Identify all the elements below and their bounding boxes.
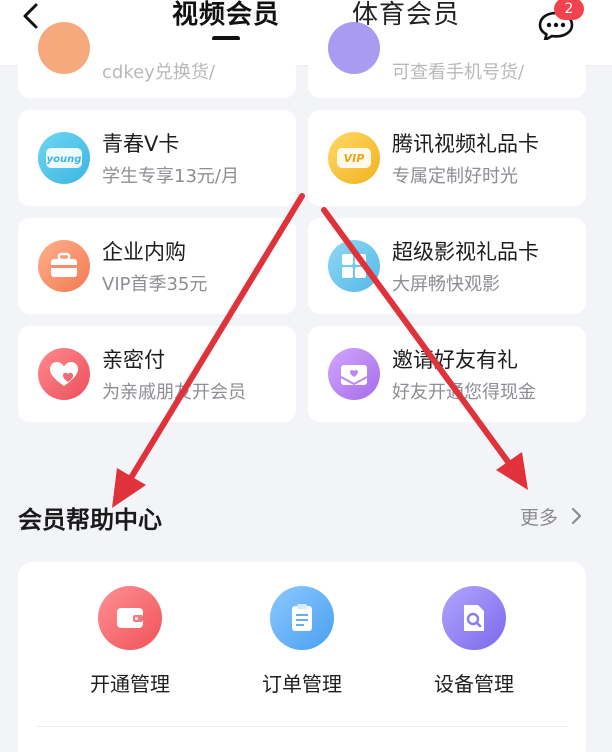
card-subtitle: VIP首季35元 [102,274,208,295]
card-enterprise-purchase[interactable]: 企业内购 VIP首季35元 [18,218,296,314]
svg-text:young: young [47,154,82,165]
card-subtitle: 学生专享13元/月 [102,166,239,187]
card-subtitle: 专属定制好时光 [392,166,518,187]
card-super-film-gift-card[interactable]: 超级影视礼品卡 大屏畅快观影 [308,218,586,314]
partial-card-right[interactable]: 可查看手机号货/ [308,22,586,98]
help-item-activation-management[interactable]: 开通管理 [70,586,190,697]
envelope-heart-icon [328,348,380,400]
help-item-device-management[interactable]: 设备管理 [414,586,534,697]
partial-card-right-subtitle: 可查看手机号货/ [392,62,525,83]
card-title: 腾讯视频礼品卡 [392,132,539,156]
briefcase-icon [38,240,90,292]
partial-card-left-subtitle: cdkey兑换货/ [102,62,215,83]
help-item-label: 订单管理 [262,672,342,696]
partial-card-left[interactable]: cdkey兑换货/ [18,22,296,98]
vip-icon: VIP [328,132,380,184]
young-icon: young [38,132,90,184]
chevron-right-icon[interactable] [570,507,582,525]
message-count-badge: 2 [554,0,584,20]
card-title: 青春V卡 [102,132,180,156]
card-youth-v-card[interactable]: young 青春V卡 学生专享13元/月 [18,110,296,206]
help-center-title: 会员帮助中心 [18,506,162,534]
card-title: 超级影视礼品卡 [392,240,539,264]
card-tencent-gift-card[interactable]: VIP 腾讯视频礼品卡 专属定制好时光 [308,110,586,206]
card-subtitle: 大屏畅快观影 [392,274,500,295]
tab-video-membership[interactable]: 视频会员 [172,0,280,30]
heart-icon [38,348,90,400]
partial-orange-icon [38,22,90,74]
help-center-panel: 开通管理 订单管理 设备管理 [18,562,586,752]
svg-text:VIP: VIP [344,152,365,165]
clipboard-icon [270,586,334,650]
card-subtitle: 为亲戚朋友开会员 [102,382,246,403]
card-title: 企业内购 [102,240,186,264]
card-invite-friends[interactable]: 邀请好友有礼 好友开通您得现金 [308,326,586,422]
back-arrow-icon[interactable] [20,2,44,30]
help-item-label: 设备管理 [434,672,514,696]
card-title: 亲密付 [102,348,165,372]
help-item-label: 开通管理 [90,672,170,696]
gift-grid-icon [328,240,380,292]
more-link[interactable]: 更多 [520,503,558,530]
card-title: 邀请好友有礼 [392,348,518,372]
wallet-icon [98,586,162,650]
help-panel-divider [36,726,568,727]
partial-purple-icon [328,22,380,74]
device-search-icon [442,586,506,650]
card-intimate-pay[interactable]: 亲密付 为亲戚朋友开会员 [18,326,296,422]
help-item-order-management[interactable]: 订单管理 [242,586,362,697]
card-subtitle: 好友开通您得现金 [392,382,536,403]
